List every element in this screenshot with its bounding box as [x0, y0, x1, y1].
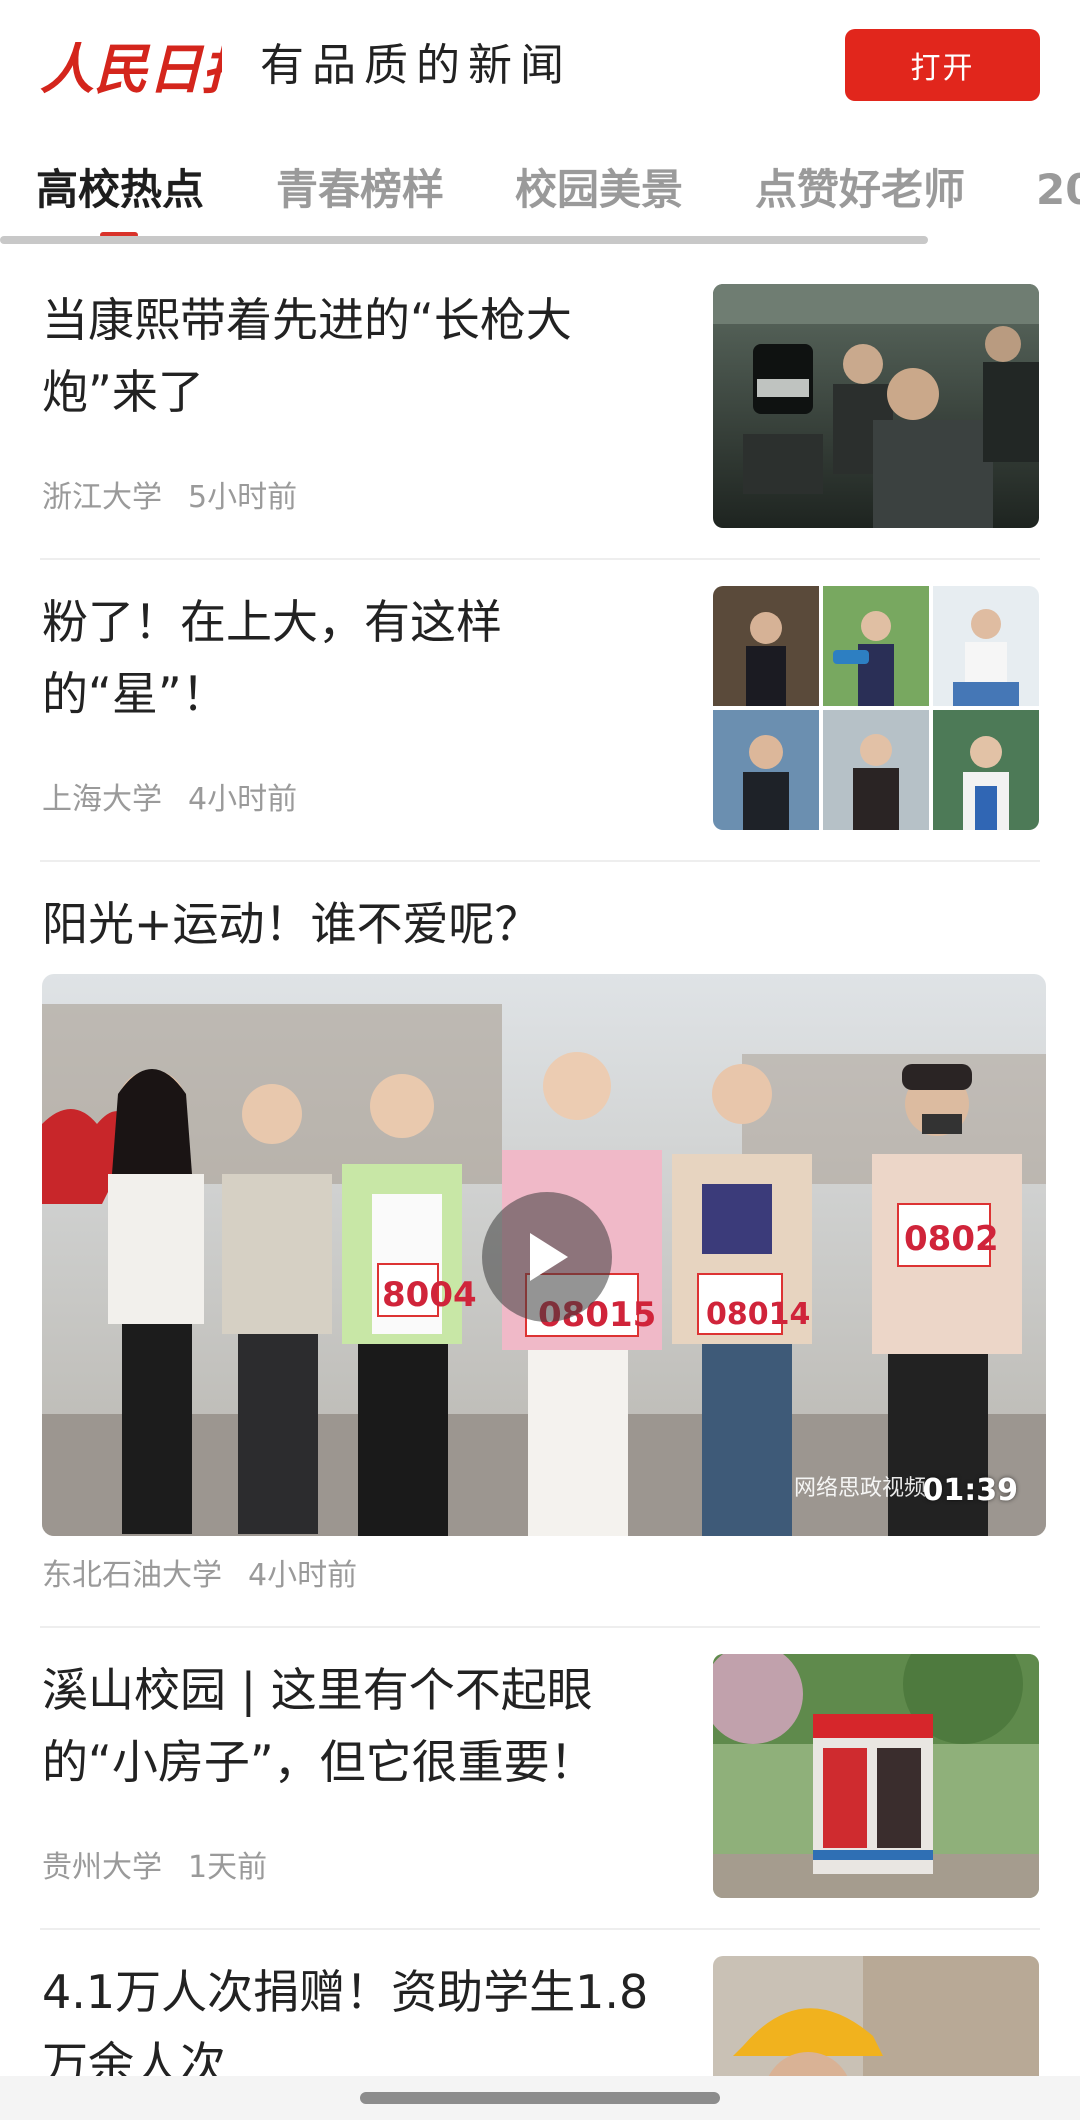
article-time: 4小时前	[188, 782, 298, 817]
play-button[interactable]	[482, 1192, 612, 1322]
article-source: 东北石油大学	[42, 1558, 222, 1593]
article-time: 1天前	[188, 1850, 268, 1885]
divider	[40, 558, 1040, 560]
system-nav-area	[0, 2076, 1080, 2120]
article-title[interactable]: 4.1万人次捐赠！资助学生1.8万余人次	[42, 1956, 672, 2076]
article-time: 5小时前	[188, 480, 298, 515]
article-meta: 东北石油大学 4小时前	[42, 1550, 357, 1594]
article-source: 上海大学	[42, 782, 162, 817]
article-card[interactable]: 当康熙带着先进的“长枪大炮”来了 浙江大学 5小时前	[40, 284, 1040, 534]
red-kiosk-campus-photo[interactable]	[713, 1654, 1039, 1898]
people-daily-logo: 人民日报	[40, 37, 222, 101]
article-meta: 贵州大学 1天前	[42, 1842, 267, 1886]
video-watermark: 网络思政视频	[793, 1476, 926, 1501]
race-bib: 0802	[904, 1219, 999, 1259]
article-title[interactable]: 阳光+运动！谁不爱呢？	[42, 888, 541, 960]
logo-text: 人民日报	[40, 37, 222, 101]
app-slogan: 有品质的新闻	[260, 40, 572, 91]
tab-campus-hotspot[interactable]: 高校热点	[36, 162, 204, 218]
article-title[interactable]: 当康熙带着先进的“长枪大炮”来了	[42, 284, 672, 428]
tab-great-teachers[interactable]: 点赞好老师	[755, 162, 965, 218]
tab-campus-scenery[interactable]: 校园美景	[515, 162, 683, 218]
divider	[40, 1928, 1040, 1930]
race-bib: 8004	[382, 1275, 477, 1315]
channel-tabs: 高校热点 青春榜样 校园美景 点赞好老师 20	[0, 132, 1080, 248]
tab-youth-role-models[interactable]: 青春榜样	[276, 162, 444, 218]
open-app-button[interactable]: 打开	[845, 29, 1040, 101]
student-portrait-grid-photo[interactable]	[713, 586, 1039, 830]
article-source: 贵州大学	[42, 1850, 162, 1885]
article-time: 4小时前	[248, 1558, 358, 1593]
race-bib: 08014	[706, 1297, 810, 1332]
students-with-telescope-photo[interactable]	[713, 284, 1039, 528]
worker-hardhat-photo[interactable]	[713, 1956, 1039, 2076]
play-icon	[530, 1233, 568, 1281]
tab-scrollbar[interactable]	[0, 236, 928, 244]
divider	[40, 1626, 1040, 1628]
article-meta-row: 东北石油大学 4小时前	[40, 1550, 1040, 1600]
video-player[interactable]: 8004 08015 08014 0802 网络思政视频 01:39	[42, 974, 1046, 1536]
article-source: 浙江大学	[42, 480, 162, 515]
article-card[interactable]: 4.1万人次捐赠！资助学生1.8万余人次	[40, 1956, 1040, 2076]
tab-more[interactable]: 20	[1036, 162, 1080, 218]
article-card[interactable]: 粉了！在上大，有这样的“星”！ 上海大学 4小时前	[40, 586, 1040, 836]
divider	[40, 860, 1040, 862]
article-meta: 浙江大学 5小时前	[42, 472, 297, 516]
app-header: 人民日报 有品质的新闻 打开	[0, 0, 1080, 132]
article-title[interactable]: 溪山校园 | 这里有个不起眼的“小房子”，但它很重要！	[42, 1654, 672, 1798]
video-duration: 01:39	[922, 1473, 1019, 1508]
home-gesture-bar[interactable]	[360, 2092, 720, 2104]
article-meta: 上海大学 4小时前	[42, 774, 297, 818]
article-card[interactable]: 溪山校园 | 这里有个不起眼的“小房子”，但它很重要！ 贵州大学 1天前	[40, 1654, 1040, 1904]
article-title[interactable]: 粉了！在上大，有这样的“星”！	[42, 586, 672, 730]
